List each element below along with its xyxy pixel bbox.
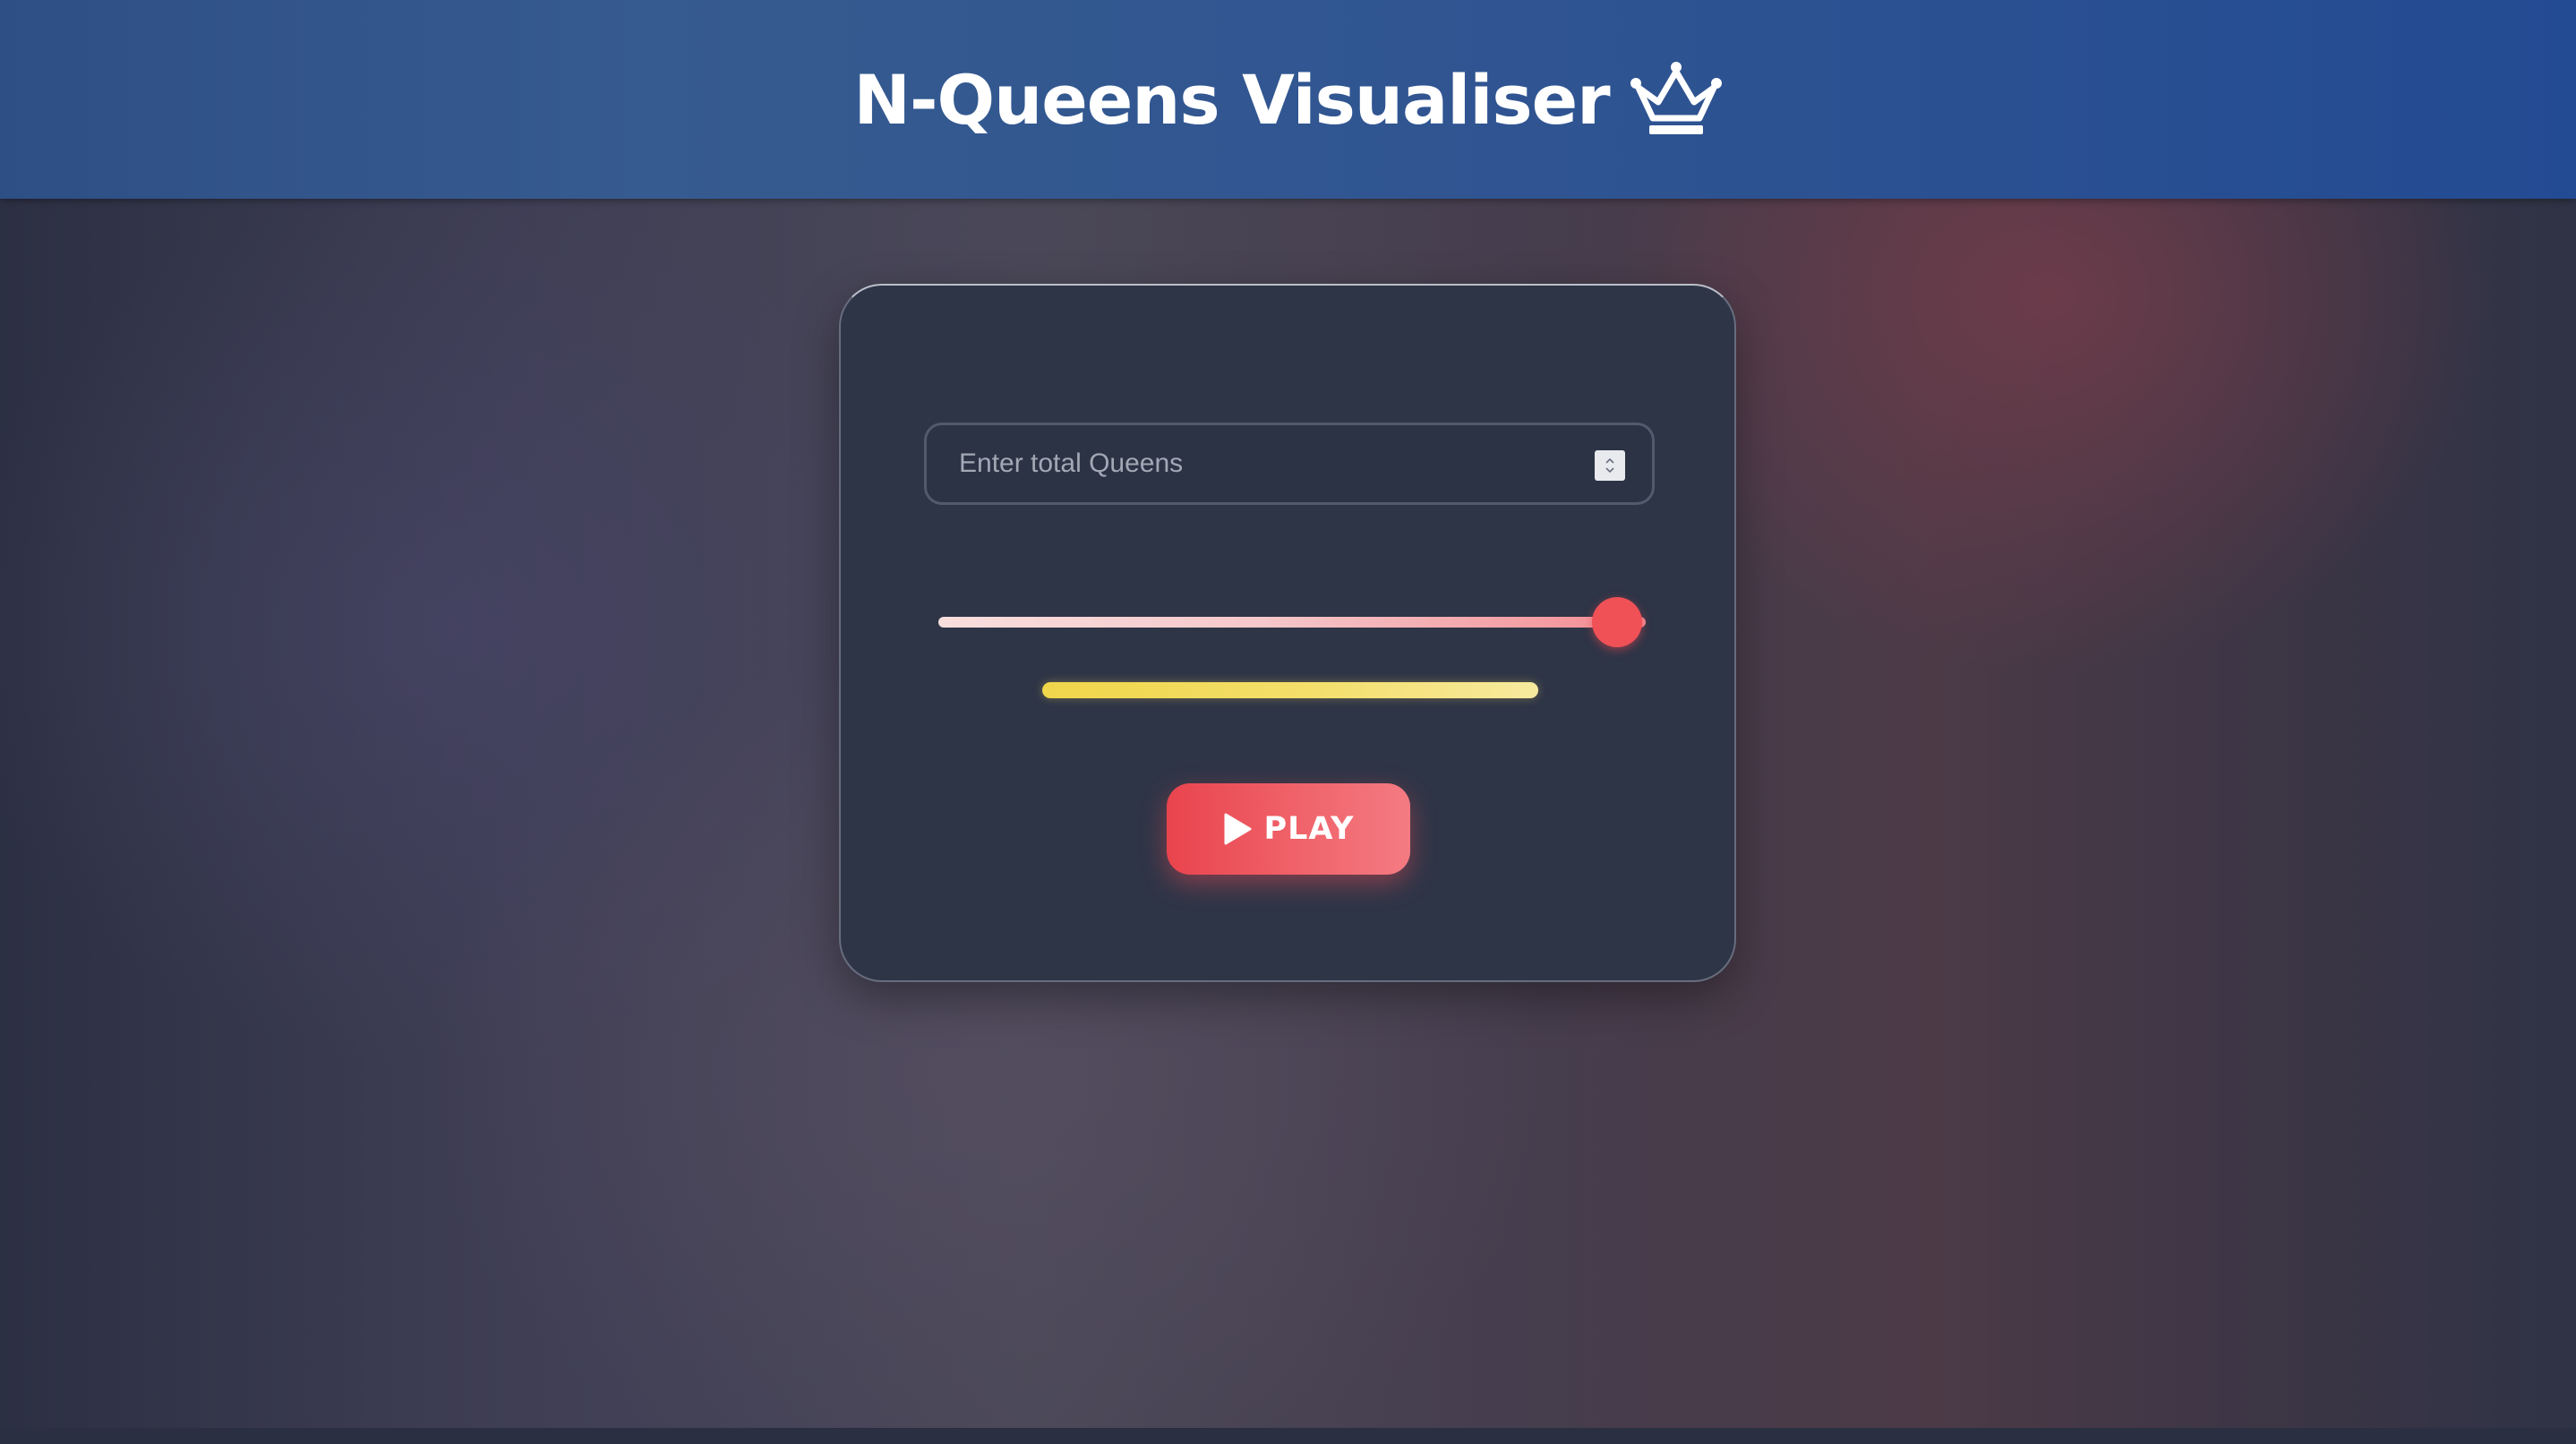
play-icon [1224,813,1252,845]
play-button[interactable]: PLAY [1167,783,1410,875]
crown-icon [1630,62,1722,134]
play-button-label: PLAY [1263,811,1355,847]
control-panel: PLAY [839,284,1736,982]
spinner-arrows-icon [1605,457,1614,474]
slider-track[interactable] [938,617,1646,628]
bottom-edge [0,1428,2576,1444]
number-spinner[interactable] [1595,450,1625,481]
page-title: N-Queens Visualiser [853,59,1610,140]
slider-thumb[interactable] [1592,597,1643,647]
queens-input-wrapper [924,423,1655,505]
progress-bar [1042,682,1538,698]
speed-slider[interactable] [938,597,1646,647]
header-title-group: N-Queens Visualiser [0,0,2576,199]
app-header: N-Queens Visualiser [0,0,2576,199]
queens-count-input[interactable] [927,425,1652,502]
